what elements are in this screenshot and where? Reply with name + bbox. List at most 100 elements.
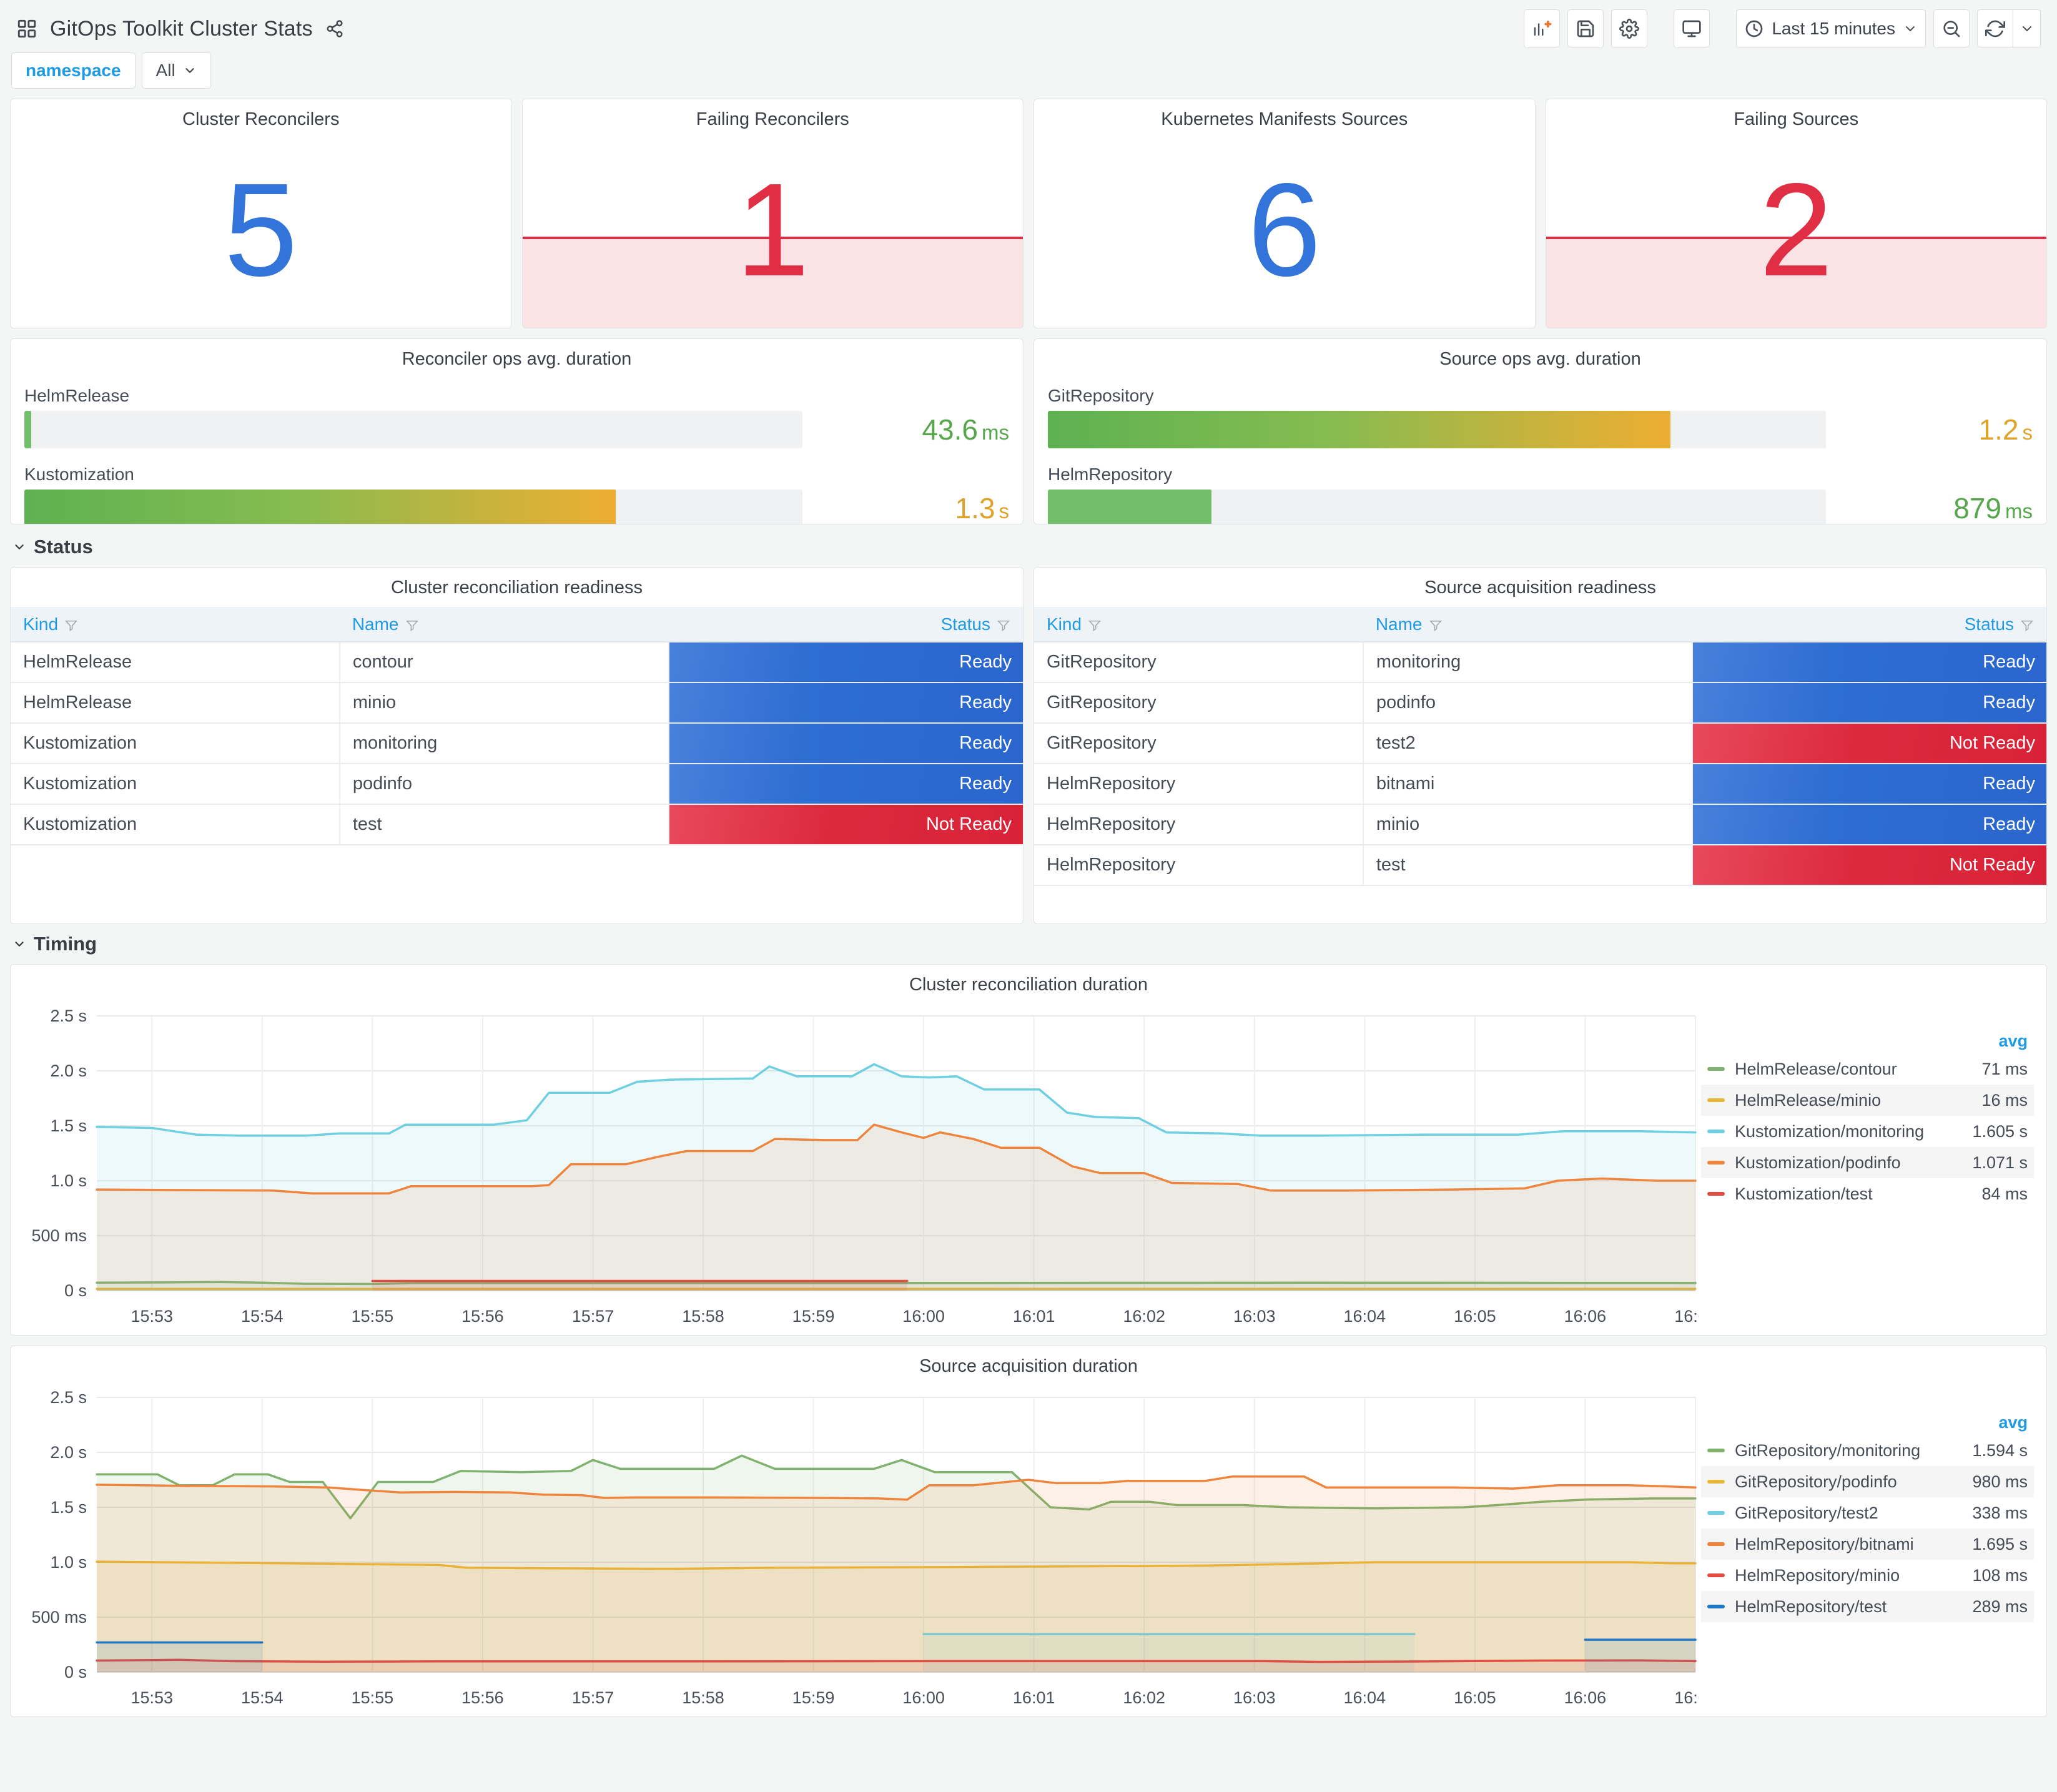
section-header-timing[interactable]: Timing xyxy=(12,930,2047,958)
stat-panels-row: Cluster Reconcilers 5 Failing Reconciler… xyxy=(10,99,2047,328)
legend-item: HelmRelease/minio 16 ms xyxy=(1701,1085,2034,1116)
save-dashboard-button[interactable] xyxy=(1567,9,1604,48)
cell-kind: HelmRepository xyxy=(1034,764,1364,805)
gauge-row: GitRepository 1.2 s xyxy=(1048,386,2033,448)
gauge-panels-row: Reconciler ops avg. duration HelmRelease… xyxy=(10,338,2047,524)
svg-text:16:02: 16:02 xyxy=(1123,1688,1165,1707)
gauge-track xyxy=(24,490,802,524)
variable-value-dropdown[interactable]: All xyxy=(141,52,211,89)
legend-series-name[interactable]: HelmRepository/bitnami xyxy=(1735,1535,1934,1554)
chart-title[interactable]: Cluster reconciliation duration xyxy=(16,965,2041,995)
gauge-label: GitRepository xyxy=(1048,386,1154,405)
status-badge: Not Ready xyxy=(1692,845,2046,885)
column-header-name[interactable]: Name xyxy=(1363,607,1692,642)
section-title: Timing xyxy=(34,933,97,955)
stat-panel: Cluster Reconcilers 5 xyxy=(10,99,512,328)
legend-series-name[interactable]: Kustomization/podinfo xyxy=(1735,1153,1934,1173)
time-range-picker[interactable]: Last 15 minutes xyxy=(1736,9,1926,48)
variable-label-namespace[interactable]: namespace xyxy=(11,52,136,89)
chart-plot-area[interactable]: 0 s 500 ms 1.0 s 1.5 s 2.0 s 2.5 s 15:53 15:54 1… xyxy=(16,1388,1716,1713)
legend-item: Kustomization/test 84 ms xyxy=(1701,1178,2034,1209)
column-header-status[interactable]: Status xyxy=(1692,607,2046,642)
legend-avg-value: 71 ms xyxy=(1981,1059,2028,1078)
legend-series-name[interactable]: HelmRelease/minio xyxy=(1735,1091,1934,1110)
legend-series-name[interactable]: GitRepository/test2 xyxy=(1735,1504,1934,1523)
stat-panel-title[interactable]: Failing Reconcilers xyxy=(523,99,1024,130)
table-row: HelmRelease contour Ready xyxy=(11,642,1023,683)
legend-swatch xyxy=(1707,1449,1725,1452)
filter-icon[interactable] xyxy=(1088,619,1102,633)
legend-series-name[interactable]: GitRepository/monitoring xyxy=(1735,1441,1934,1460)
column-header-kind[interactable]: Kind xyxy=(1034,607,1363,642)
cycle-view-mode-button[interactable] xyxy=(1674,9,1710,48)
apps-grid-icon[interactable] xyxy=(16,18,37,39)
table-row: GitRepository podinfo Ready xyxy=(1034,682,2046,724)
cell-kind: GitRepository xyxy=(1034,723,1364,764)
legend-swatch xyxy=(1707,1067,1725,1071)
legend-avg-value: 84 ms xyxy=(1981,1184,2028,1203)
timeseries-plot[interactable]: 0 s 500 ms 1.0 s 1.5 s 2.0 s 2.5 s 15:53 15:54 1… xyxy=(16,1007,1716,1331)
legend-series-name[interactable]: Kustomization/test xyxy=(1735,1184,1934,1204)
legend-item: GitRepository/podinfo 980 ms xyxy=(1701,1466,2034,1497)
gauge-value: 43.6 ms xyxy=(922,413,1009,446)
dashboard-title: GitOps Toolkit Cluster Stats xyxy=(50,16,313,41)
refresh-button[interactable] xyxy=(1977,9,2013,48)
stat-panel-title[interactable]: Kubernetes Manifests Sources xyxy=(1034,99,1535,130)
status-badge: Ready xyxy=(1692,642,2046,682)
chart-title[interactable]: Source acquisition duration xyxy=(16,1346,2041,1377)
filter-icon[interactable] xyxy=(405,619,419,633)
cell-status: Not Ready xyxy=(1692,723,2046,764)
dashboard-settings-button[interactable] xyxy=(1611,9,1648,48)
column-header-status[interactable]: Status xyxy=(668,607,1023,642)
zoom-out-button[interactable] xyxy=(1933,9,1970,48)
stat-panel-title[interactable]: Cluster Reconcilers xyxy=(11,99,511,130)
stat-panel: Kubernetes Manifests Sources 6 xyxy=(1033,99,1536,328)
timeseries-plot[interactable]: 0 s 500 ms 1.0 s 1.5 s 2.0 s 2.5 s 15:53 15:54 1… xyxy=(16,1388,1716,1713)
filter-icon[interactable] xyxy=(64,619,78,633)
section-header-status[interactable]: Status xyxy=(12,533,2047,561)
dashboard-toolbar: Last 15 minutes xyxy=(1524,9,2041,48)
table-row: Kustomization podinfo Ready xyxy=(11,764,1023,805)
filter-icon[interactable] xyxy=(2020,619,2034,633)
stat-panel-title[interactable]: Failing Sources xyxy=(1546,99,2047,130)
legend-avg-value: 1.071 s xyxy=(1972,1153,2028,1172)
add-panel-button[interactable] xyxy=(1524,9,1561,48)
legend-series-name[interactable]: HelmRepository/minio xyxy=(1735,1566,1934,1585)
legend-series-name[interactable]: HelmRepository/test xyxy=(1735,1597,1934,1617)
cell-status: Ready xyxy=(1692,642,2046,683)
svg-text:2.5 s: 2.5 s xyxy=(50,1007,87,1025)
legend-item: HelmRelease/contour 71 ms xyxy=(1701,1053,2034,1085)
svg-text:16:06: 16:06 xyxy=(1564,1307,1607,1326)
table-panel-title[interactable]: Cluster reconciliation readiness xyxy=(11,568,1023,598)
table-panel-title[interactable]: Source acquisition readiness xyxy=(1034,568,2046,598)
stat-panel: Failing Sources 2 xyxy=(1545,99,2047,328)
refresh-interval-dropdown[interactable] xyxy=(2013,9,2041,48)
legend-item: HelmRepository/minio 108 ms xyxy=(1701,1560,2034,1591)
svg-text:16:05: 16:05 xyxy=(1454,1307,1496,1326)
chevron-down-icon xyxy=(15,544,24,549)
table-row: HelmRepository test Not Ready xyxy=(1034,845,2046,886)
stat-value: 1 xyxy=(736,155,810,303)
gauge-panel-title[interactable]: Source ops avg. duration xyxy=(1048,339,2033,370)
gauge-panel-title[interactable]: Reconciler ops avg. duration xyxy=(24,339,1009,370)
share-icon[interactable] xyxy=(325,19,344,38)
gauge-label: HelmRelease xyxy=(24,386,130,405)
legend-series-name[interactable]: Kustomization/monitoring xyxy=(1735,1122,1934,1141)
legend-avg-header[interactable]: avg xyxy=(1701,1029,2034,1053)
legend-avg-header[interactable]: avg xyxy=(1701,1410,2034,1435)
legend-item: Kustomization/monitoring 1.605 s xyxy=(1701,1116,2034,1147)
svg-text:1.5 s: 1.5 s xyxy=(50,1498,87,1517)
cell-kind: GitRepository xyxy=(1034,642,1364,683)
chart-plot-area[interactable]: 0 s 500 ms 1.0 s 1.5 s 2.0 s 2.5 s 15:53 15:54 1… xyxy=(16,1007,1716,1331)
column-header-kind[interactable]: Kind xyxy=(11,607,340,642)
filter-icon[interactable] xyxy=(1429,619,1443,633)
svg-text:16:04: 16:04 xyxy=(1344,1688,1386,1707)
legend-series-name[interactable]: HelmRelease/contour xyxy=(1735,1060,1934,1079)
legend-series-name[interactable]: GitRepository/podinfo xyxy=(1735,1472,1934,1492)
column-header-name[interactable]: Name xyxy=(339,607,669,642)
cell-name: minio xyxy=(339,682,669,724)
legend-avg-value: 289 ms xyxy=(1972,1597,2028,1616)
legend-avg-value: 16 ms xyxy=(1981,1090,2028,1110)
filter-icon[interactable] xyxy=(997,619,1010,633)
bar-gauge-panel: Source ops avg. duration GitRepository 1… xyxy=(1033,338,2047,524)
